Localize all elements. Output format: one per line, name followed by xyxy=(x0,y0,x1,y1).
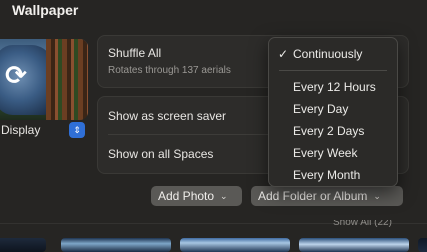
menu-item-label: Every Month xyxy=(293,168,361,182)
menu-item-label: Every 12 Hours xyxy=(293,80,376,94)
forest-image xyxy=(46,39,88,120)
menu-item-label: Continuously xyxy=(293,47,363,61)
add-folder-button[interactable]: Add Folder or Album ⌄ xyxy=(251,186,403,206)
shuffle-title: Shuffle All xyxy=(108,46,162,60)
wallpaper-preview[interactable]: ⟳ xyxy=(0,39,88,120)
shuffle-cycle-icon: ⟳ xyxy=(5,59,27,90)
page-title: Wallpaper xyxy=(12,2,79,18)
aerial-thumbnail[interactable] xyxy=(418,238,427,252)
menu-separator xyxy=(279,70,387,71)
all-spaces-label: Show on all Spaces xyxy=(108,147,214,161)
updown-chevron-icon: ⇕ xyxy=(69,122,85,138)
chevron-down-icon: ⌄ xyxy=(373,190,381,201)
checkmark-icon: ✓ xyxy=(278,47,289,61)
aerial-thumbnail[interactable] xyxy=(299,238,409,252)
add-photo-label: Add Photo xyxy=(158,189,215,203)
show-all-link[interactable]: Show All (22) xyxy=(333,220,392,228)
menu-item-every-week[interactable]: Every Week xyxy=(269,143,397,163)
add-photo-button[interactable]: Add Photo ⌄ xyxy=(151,186,242,206)
menu-item-label: Every Week xyxy=(293,146,358,160)
shuffle-subtitle: Rotates through 137 aerials xyxy=(108,65,231,76)
menu-item-every-12-hours[interactable]: Every 12 Hours xyxy=(269,77,397,97)
screensaver-label: Show as screen saver xyxy=(108,109,227,123)
menu-item-label: Every Day xyxy=(293,102,349,116)
aerial-thumbnail[interactable] xyxy=(61,238,171,252)
add-folder-label: Add Folder or Album xyxy=(258,189,368,203)
menu-item-continuously[interactable]: ✓ Continuously xyxy=(269,44,397,64)
menu-item-every-day[interactable]: Every Day xyxy=(269,99,397,119)
display-popup-button[interactable]: Display ⇕ xyxy=(0,121,86,139)
menu-item-every-2-days[interactable]: Every 2 Days xyxy=(269,121,397,141)
aerial-thumbnail[interactable] xyxy=(180,238,290,252)
aerial-thumbnail[interactable] xyxy=(0,238,46,252)
menu-item-label: Every 2 Days xyxy=(293,124,365,138)
chevron-down-icon: ⌄ xyxy=(220,190,228,201)
shuffle-frequency-menu: ✓ Continuously Every 12 Hours Every Day … xyxy=(268,37,398,187)
menu-item-every-month[interactable]: Every Month xyxy=(269,165,397,185)
display-label: Display xyxy=(1,123,41,137)
